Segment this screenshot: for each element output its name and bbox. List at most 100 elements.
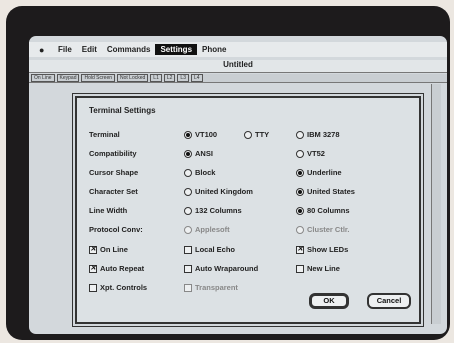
option-label: 132 Columns	[195, 206, 242, 215]
option-label: Cluster Ctlr.	[307, 225, 350, 234]
checkbox-checked-icon: ✕	[296, 245, 304, 254]
compatibility-label: Compatibility	[89, 149, 137, 158]
local-echo-checkbox[interactable]: Local Echo	[184, 245, 235, 254]
online-checkbox[interactable]: ✕ On Line	[89, 245, 128, 254]
menu-bar: ● File Edit Commands Settings Phone	[29, 42, 447, 57]
cursor-shape-label: Cursor Shape	[89, 168, 139, 177]
radio-icon	[184, 206, 192, 215]
checkbox-label: New Line	[307, 264, 340, 273]
cursor-shape-row: Cursor Shape Block Underline	[89, 166, 419, 180]
checkbox-icon	[184, 245, 192, 254]
new-line-checkbox[interactable]: New Line	[296, 264, 340, 273]
apple-menu-icon[interactable]: ●	[39, 45, 53, 55]
protocol-row: Protocol Conv: Applesoft Cluster Ctlr.	[89, 223, 419, 237]
width-80-radio[interactable]: 80 Columns	[296, 206, 350, 215]
monitor-bezel: ● File Edit Commands Settings Phone Unti…	[6, 6, 450, 340]
compatibility-row: Compatibility ANSI VT52	[89, 147, 419, 161]
charset-us-radio[interactable]: United States	[296, 187, 355, 196]
status-field: L2	[163, 74, 176, 82]
terminal-settings-dialog: Terminal Settings Terminal VT100 TTY IBM…	[72, 93, 424, 327]
checkbox-label: Auto Wraparound	[195, 264, 259, 273]
checkbox-label: Show LEDs	[307, 245, 349, 254]
radio-icon	[296, 130, 304, 139]
status-field: On Line	[31, 74, 55, 82]
radio-icon	[184, 130, 192, 139]
auto-wraparound-checkbox[interactable]: Auto Wraparound	[184, 264, 258, 273]
compat-vt52-radio[interactable]: VT52	[296, 149, 325, 158]
terminal-ibm3278-radio[interactable]: IBM 3278	[296, 130, 340, 139]
terminal-label: Terminal	[89, 130, 120, 139]
option-label: Block	[195, 168, 216, 177]
checkbox-label: Auto Repeat	[100, 264, 145, 273]
menu-settings[interactable]: Settings	[155, 44, 198, 55]
terminal-row: Terminal VT100 TTY IBM 3278	[89, 128, 419, 142]
cursor-underline-radio[interactable]: Underline	[296, 168, 342, 177]
checkbox-label: Local Echo	[195, 245, 236, 254]
status-field: Not Locked	[117, 74, 149, 82]
radio-icon	[296, 225, 304, 234]
checkbox-label: Transparent	[195, 283, 238, 292]
option-label: 80 Columns	[307, 206, 350, 215]
protocol-label: Protocol Conv:	[89, 225, 143, 234]
cancel-button[interactable]: Cancel	[367, 293, 411, 309]
menu-edit[interactable]: Edit	[77, 44, 102, 55]
status-bar: On Line Keypad Hold Screen Not Locked L1…	[29, 74, 447, 83]
auto-repeat-checkbox[interactable]: ✕ Auto Repeat	[89, 264, 144, 273]
terminal-tty-radio[interactable]: TTY	[244, 130, 269, 139]
checkbox-icon	[184, 283, 192, 292]
checkbox-row-1: ✕ On Line Local Echo ✕ Show LEDs	[89, 243, 419, 257]
screen: ● File Edit Commands Settings Phone Unti…	[29, 36, 447, 334]
line-width-label: Line Width	[89, 206, 128, 215]
status-field: L1	[150, 74, 162, 82]
width-132-radio[interactable]: 132 Columns	[184, 206, 242, 215]
radio-icon	[184, 225, 192, 234]
checkbox-label: On Line	[100, 245, 128, 254]
option-label: VT100	[195, 130, 218, 139]
xpt-controls-checkbox[interactable]: Xpt. Controls	[89, 283, 147, 292]
radio-icon	[296, 187, 304, 196]
checkbox-icon	[296, 264, 304, 273]
radio-icon	[184, 187, 192, 196]
radio-icon	[296, 168, 304, 177]
status-field: Hold Screen	[81, 74, 115, 82]
window-title[interactable]: Untitled	[29, 60, 447, 73]
radio-icon	[184, 168, 192, 177]
dialog-title: Terminal Settings	[89, 106, 156, 115]
ok-button[interactable]: OK	[309, 293, 349, 309]
character-set-label: Character Set	[89, 187, 138, 196]
status-field: L3	[177, 74, 189, 82]
show-leds-checkbox[interactable]: ✕ Show LEDs	[296, 245, 348, 254]
radio-icon	[184, 149, 192, 158]
option-label: United States	[307, 187, 355, 196]
checkbox-label: Xpt. Controls	[100, 283, 148, 292]
radio-icon	[296, 206, 304, 215]
option-label: United Kingdom	[195, 187, 253, 196]
radio-icon	[244, 130, 252, 139]
option-label: Applesoft	[195, 225, 230, 234]
option-label: IBM 3278	[307, 130, 340, 139]
option-label: VT52	[307, 149, 325, 158]
cursor-block-radio[interactable]: Block	[184, 168, 215, 177]
checkbox-checked-icon: ✕	[89, 264, 97, 273]
line-width-row: Line Width 132 Columns 80 Columns	[89, 204, 419, 218]
character-set-row: Character Set United Kingdom United Stat…	[89, 185, 419, 199]
option-label: Underline	[307, 168, 342, 177]
menu-file[interactable]: File	[53, 44, 77, 55]
charset-uk-radio[interactable]: United Kingdom	[184, 187, 253, 196]
terminal-vt100-radio[interactable]: VT100	[184, 130, 217, 139]
transparent-checkbox: Transparent	[184, 283, 238, 292]
menu-commands[interactable]: Commands	[102, 44, 156, 55]
checkbox-icon	[89, 283, 97, 292]
checkbox-checked-icon: ✕	[89, 245, 97, 254]
protocol-applesoft-radio: Applesoft	[184, 225, 230, 234]
option-label: ANSI	[195, 149, 213, 158]
checkbox-row-2: ✕ Auto Repeat Auto Wraparound New Line	[89, 262, 419, 276]
vertical-scrollbar[interactable]	[431, 84, 441, 324]
compat-ansi-radio[interactable]: ANSI	[184, 149, 213, 158]
status-field: L4	[190, 74, 203, 82]
status-field: Keypad	[56, 74, 80, 82]
checkbox-icon	[184, 264, 192, 273]
protocol-cluster-radio: Cluster Ctlr.	[296, 225, 350, 234]
menu-phone[interactable]: Phone	[197, 44, 231, 55]
radio-icon	[296, 149, 304, 158]
